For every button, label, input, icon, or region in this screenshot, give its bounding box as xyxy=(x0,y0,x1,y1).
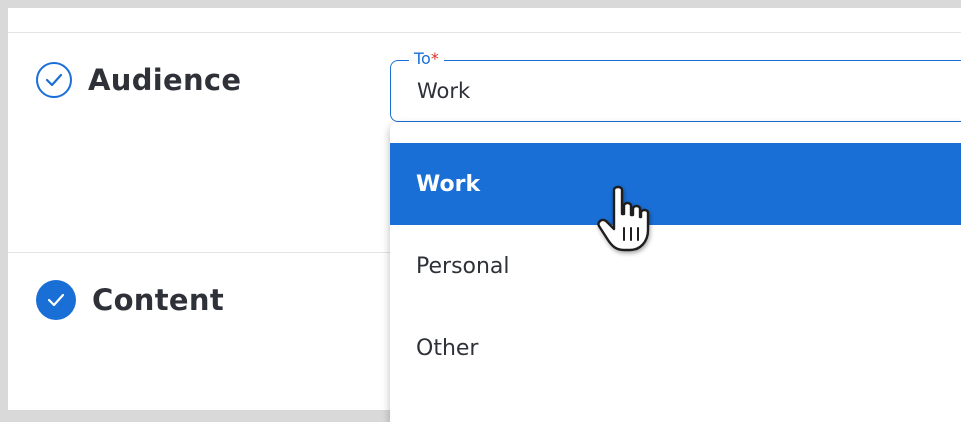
top-divider xyxy=(8,32,961,33)
required-marker: * xyxy=(430,49,439,68)
check-circle-outline-icon xyxy=(36,62,72,98)
to-label-text: To xyxy=(414,49,431,68)
section-title-content: Content xyxy=(92,283,224,317)
hand-pointer-icon xyxy=(597,185,650,252)
form-panel: Audience Content To* Work Work Personal … xyxy=(8,8,961,422)
dropdown-option-other[interactable]: Other xyxy=(390,307,961,389)
to-select-field[interactable]: To* Work xyxy=(390,49,961,122)
check-circle-filled-icon xyxy=(36,280,76,320)
to-dropdown-menu: Work Personal Other xyxy=(390,122,961,422)
section-audience[interactable]: Audience xyxy=(36,62,241,98)
dropdown-option-personal[interactable]: Personal xyxy=(390,225,961,307)
to-field-label: To* xyxy=(409,49,444,69)
screen: Audience Content To* Work Work Personal … xyxy=(0,0,961,422)
to-field-value: Work xyxy=(417,79,471,103)
section-title-audience: Audience xyxy=(88,63,242,97)
section-content[interactable]: Content xyxy=(36,280,224,320)
dropdown-option-work[interactable]: Work xyxy=(390,143,961,225)
